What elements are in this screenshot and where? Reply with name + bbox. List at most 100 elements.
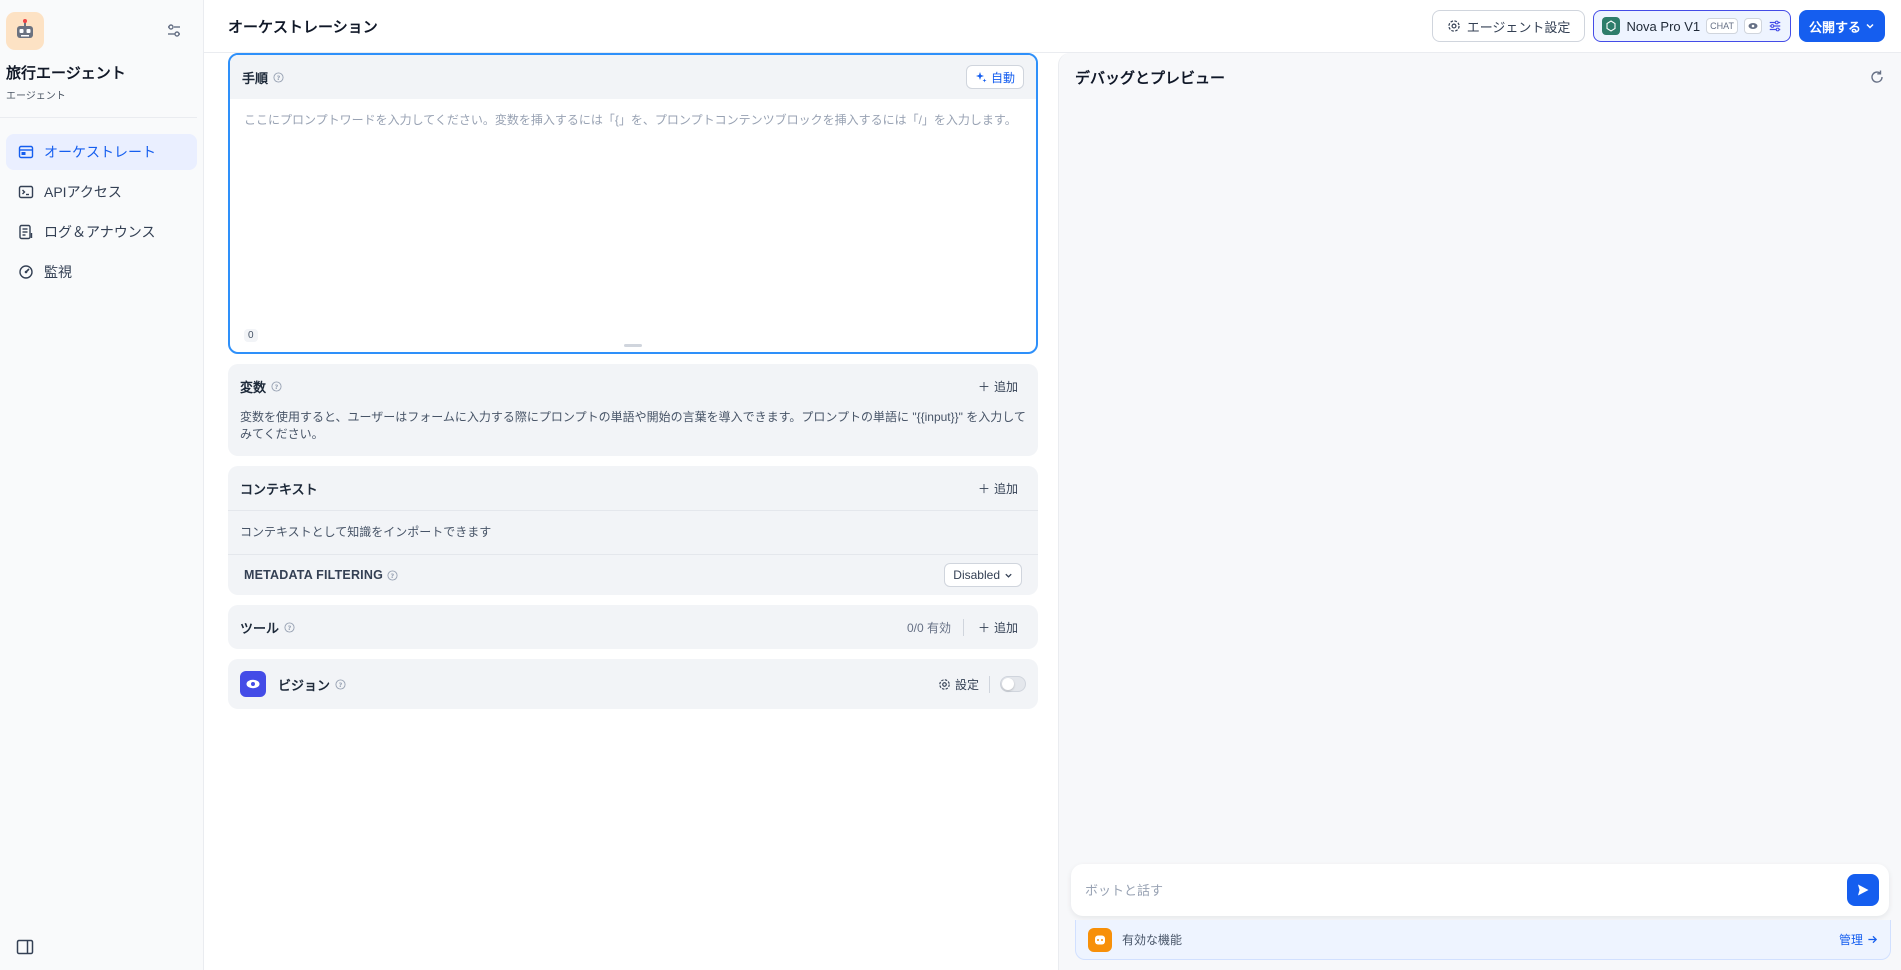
help-circle-icon[interactable]: ? (284, 621, 295, 633)
sliders-icon[interactable] (165, 22, 183, 40)
plus-icon: ＋ (977, 481, 990, 496)
sidebar-header: 旅行エージェント エージェント (0, 0, 197, 118)
config-panel: 手順 ? 自動 ここにプロンプトワードを入力してください。変数を挿入するには「{… (204, 53, 1058, 970)
sidebar-item-label: APIアクセス (44, 184, 122, 200)
debug-header: デバッグとプレビュー (1059, 53, 1901, 101)
add-tool-label: 追加 (993, 620, 1018, 635)
auto-generate-label: 自動 (990, 70, 1015, 85)
sidebar-nav: オーケストレート APIアクセス ログ＆アナウンス 監視 (0, 118, 203, 294)
svg-text:?: ? (339, 680, 343, 688)
chevron-down-icon (1005, 573, 1012, 578)
vision-title: ビジョン ? (278, 675, 346, 694)
plus-icon: ＋ (977, 379, 990, 394)
send-icon (1858, 884, 1869, 896)
sidebar-collapse-icon[interactable] (16, 938, 34, 956)
add-context-button[interactable]: ＋ 追加 (970, 480, 1026, 497)
gear-icon (939, 678, 950, 690)
tools-enabled-count: 0/0 有効 (907, 618, 964, 636)
variables-description: 変数を使用すると、ユーザーはフォームに入力する際にプロンプトの単語や開始の言葉を… (240, 410, 1026, 441)
sidebar-item-label: オーケストレート (44, 144, 156, 160)
chevron-down-icon (1866, 23, 1874, 29)
vision-settings-label: 設定 (954, 677, 979, 692)
features-bar: 有効な機能 管理 (1075, 920, 1891, 960)
add-context-label: 追加 (993, 481, 1018, 496)
manage-link[interactable]: 管理 (1839, 931, 1878, 948)
send-button[interactable] (1847, 874, 1879, 906)
help-circle-icon[interactable]: ? (387, 569, 398, 581)
publish-label: 公開する (1808, 19, 1861, 35)
terminal-icon (18, 185, 34, 199)
add-tool-button[interactable]: ＋ 追加 (970, 619, 1026, 636)
sidebar-item-label: 監視 (44, 264, 72, 280)
refresh-icon[interactable] (1869, 69, 1885, 85)
eye-icon (240, 671, 266, 697)
chat-input[interactable] (1085, 882, 1847, 898)
plus-icon: ＋ (977, 620, 990, 635)
robot-icon (6, 12, 44, 50)
auto-generate-button[interactable]: 自動 (965, 65, 1024, 89)
prompt-title-text: 手順 (242, 70, 269, 86)
resize-handle[interactable] (624, 344, 642, 347)
arrow-right-icon (1868, 935, 1878, 944)
prompt-header: 手順 ? 自動 (230, 55, 1036, 99)
sidebar-item-orchestrate[interactable]: オーケストレート (6, 134, 197, 170)
agent-settings-label: エージェント設定 (1466, 19, 1571, 35)
metadata-filtering-text: METADATA FILTERING (244, 568, 383, 582)
svg-text:?: ? (277, 73, 281, 81)
variables-title: 変数 ? (240, 377, 282, 396)
model-params-icon[interactable] (1768, 19, 1782, 33)
vision-settings-button[interactable]: 設定 (938, 675, 990, 693)
sidebar-item-monitoring[interactable]: 監視 (6, 254, 197, 290)
agent-settings-button[interactable]: エージェント設定 (1431, 10, 1586, 42)
sidebar-item-api-access[interactable]: APIアクセス (6, 174, 197, 210)
app-name: 旅行エージェント (6, 65, 126, 82)
svg-text:?: ? (391, 571, 395, 579)
sidebar-item-logs[interactable]: ログ＆アナウンス (6, 214, 197, 250)
metadata-filtering-select[interactable]: Disabled (944, 563, 1022, 587)
sparkle-icon (975, 72, 987, 83)
context-title: コンテキスト (240, 481, 318, 497)
model-mode-tag: CHAT (1706, 18, 1738, 34)
tools-title-text: ツール (240, 620, 280, 636)
add-variable-button[interactable]: ＋ 追加 (970, 378, 1026, 395)
help-circle-icon[interactable]: ? (273, 71, 284, 83)
manage-label: 管理 (1838, 933, 1863, 947)
sidebar-item-label: ログ＆アナウンス (44, 224, 156, 240)
add-variable-label: 追加 (993, 379, 1018, 394)
debug-preview-panel: デバッグとプレビュー 有効な機能 管理 (1058, 53, 1901, 970)
prompt-editor[interactable]: 手順 ? 自動 ここにプロンプトワードを入力してください。変数を挿入するには「{… (228, 53, 1038, 354)
svg-text:?: ? (275, 382, 279, 390)
page-title: オーケストレーション (228, 18, 378, 36)
tools-header: ツール ? 0/0 有効 ＋ 追加 (228, 605, 1038, 649)
help-circle-icon[interactable]: ? (335, 678, 346, 690)
help-circle-icon[interactable]: ? (271, 380, 282, 392)
top-bar: オーケストレーション エージェント設定 Nova Pro V1 CHAT 公開す… (204, 0, 1901, 53)
metadata-filtering-value: Disabled (953, 568, 1000, 582)
layout-icon (18, 145, 34, 159)
publish-button[interactable]: 公開する (1798, 10, 1885, 42)
features-icon (1088, 927, 1112, 952)
metadata-filtering-row: METADATA FILTERING ? Disabled (228, 555, 1038, 595)
model-selector-button[interactable]: Nova Pro V1 CHAT (1593, 10, 1791, 42)
variables-card: 変数 ? ＋ 追加 変数を使用すると、ユーザーはフォームに入力する際にプロンプト… (228, 364, 1038, 456)
tools-card: ツール ? 0/0 有効 ＋ 追加 (228, 605, 1038, 649)
variables-title-text: 変数 (240, 379, 267, 395)
gauge-icon (19, 265, 33, 279)
gear-icon (1447, 20, 1460, 32)
tools-title: ツール ? (240, 618, 295, 637)
features-label: 有効な機能 (1122, 933, 1183, 947)
model-name: Nova Pro V1 (1626, 18, 1701, 34)
vision-toggle[interactable] (1000, 676, 1026, 692)
main-area: オーケストレーション エージェント設定 Nova Pro V1 CHAT 公開す… (204, 0, 1901, 970)
prompt-title: 手順 ? (242, 68, 284, 87)
vision-title-text: ビジョン (278, 677, 331, 693)
context-card: コンテキスト ＋ 追加 コンテキストとして知識をインポートできます METADA… (228, 466, 1038, 595)
prompt-placeholder[interactable]: ここにプロンプトワードを入力してください。変数を挿入するには「{」を、プロンプト… (230, 99, 1036, 140)
vision-header: ビジョン ? 設定 (228, 659, 1038, 709)
metadata-filtering-label: METADATA FILTERING ? (244, 568, 398, 582)
chat-input-box (1071, 864, 1889, 916)
app-type: エージェント (6, 91, 66, 102)
context-description: コンテキストとして知識をインポートできます (240, 525, 492, 539)
char-count: 0 (244, 329, 258, 342)
svg-text:?: ? (288, 623, 292, 631)
